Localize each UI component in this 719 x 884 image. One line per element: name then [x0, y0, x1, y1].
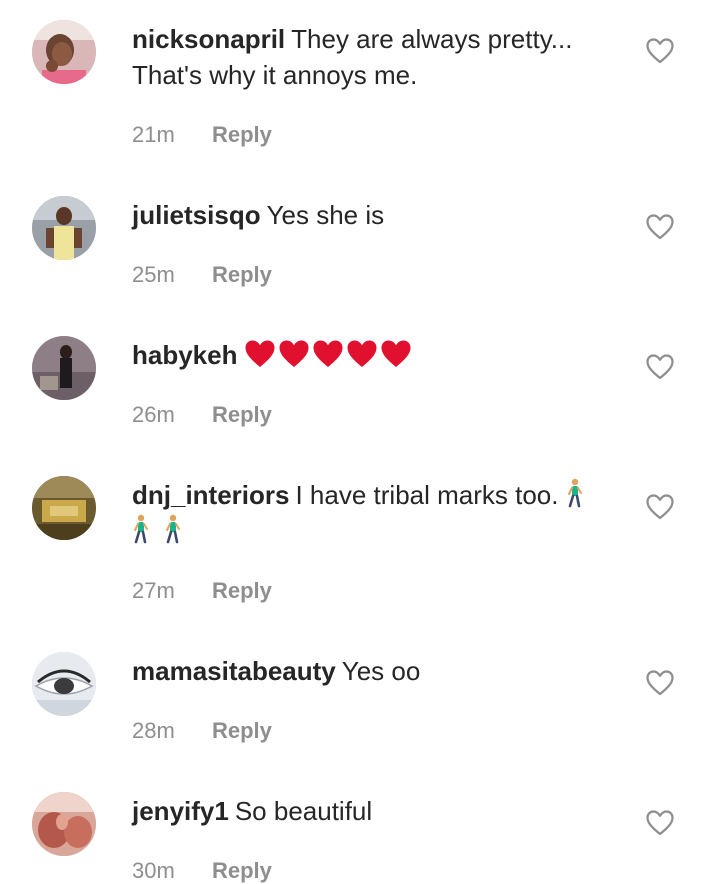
avatar[interactable] [32, 652, 96, 716]
reply-button[interactable]: Reply [212, 402, 272, 427]
heart-outline-icon[interactable] [646, 810, 674, 836]
heart-outline-icon[interactable] [646, 214, 674, 240]
comment-username[interactable]: julietsisqo [132, 200, 261, 230]
comment-meta: 25m Reply [132, 262, 272, 288]
comment-meta: 27m Reply [132, 578, 272, 604]
comment-time: 30m [132, 858, 175, 883]
comment-username[interactable]: habykeh [132, 340, 238, 370]
person-walking-icon [166, 514, 180, 544]
heart-emoji-row [244, 340, 414, 370]
comment-text: habykeh [132, 337, 612, 373]
heart-outline-icon[interactable] [646, 354, 674, 380]
red-heart-icon [279, 340, 308, 367]
red-heart-icon [381, 340, 410, 367]
comment-text: mamasitabeauty Yes oo [132, 653, 612, 689]
avatar[interactable] [32, 336, 96, 400]
reply-button[interactable]: Reply [212, 858, 272, 883]
comment-username[interactable]: mamasitabeauty [132, 656, 336, 686]
person-walking-icon [134, 514, 148, 544]
comment-username[interactable]: jenyify1 [132, 796, 229, 826]
comment-time: 21m [132, 122, 175, 147]
comment-text: jenyify1 So beautiful [132, 793, 612, 829]
red-heart-icon [347, 340, 376, 367]
comment-meta: 21m Reply [132, 122, 272, 148]
comment-text: nicksonapril They are always pretty... Th… [132, 21, 612, 93]
avatar[interactable] [32, 20, 96, 84]
comment-time: 28m [132, 718, 175, 743]
comment-meta: 26m Reply [132, 402, 272, 428]
heart-outline-icon[interactable] [646, 38, 674, 64]
avatar[interactable] [32, 792, 96, 856]
comment-username[interactable]: dnj_interiors [132, 480, 289, 510]
red-heart-icon [313, 340, 342, 367]
comment-body: Yes she is [266, 200, 385, 230]
comment-body: Yes oo [341, 656, 421, 686]
reply-button[interactable]: Reply [212, 718, 272, 743]
person-walking-icon [567, 478, 582, 508]
comment-meta: 30m Reply [132, 858, 272, 884]
comment-text: dnj_interiors I have tribal marks too. [132, 477, 612, 549]
reply-button[interactable]: Reply [212, 578, 272, 603]
reply-button[interactable]: Reply [212, 262, 272, 287]
comment-time: 25m [132, 262, 175, 287]
comment-body-line2: That's why it annoys me. [132, 60, 418, 90]
comment-body: They are always pretty... [291, 24, 573, 54]
comment-body: So beautiful [234, 796, 373, 826]
heart-outline-icon[interactable] [646, 494, 674, 520]
comment-body: I have tribal marks too. [295, 480, 559, 510]
heart-outline-icon[interactable] [646, 670, 674, 696]
comment-username[interactable]: nicksonapril [132, 24, 285, 54]
comment-meta: 28m Reply [132, 718, 272, 744]
red-heart-icon [245, 340, 274, 367]
comment-time: 26m [132, 402, 175, 427]
reply-button[interactable]: Reply [212, 122, 272, 147]
comment-text: julietsisqo Yes she is [132, 197, 612, 233]
avatar[interactable] [32, 196, 96, 260]
avatar[interactable] [32, 476, 96, 540]
comment-time: 27m [132, 578, 175, 603]
